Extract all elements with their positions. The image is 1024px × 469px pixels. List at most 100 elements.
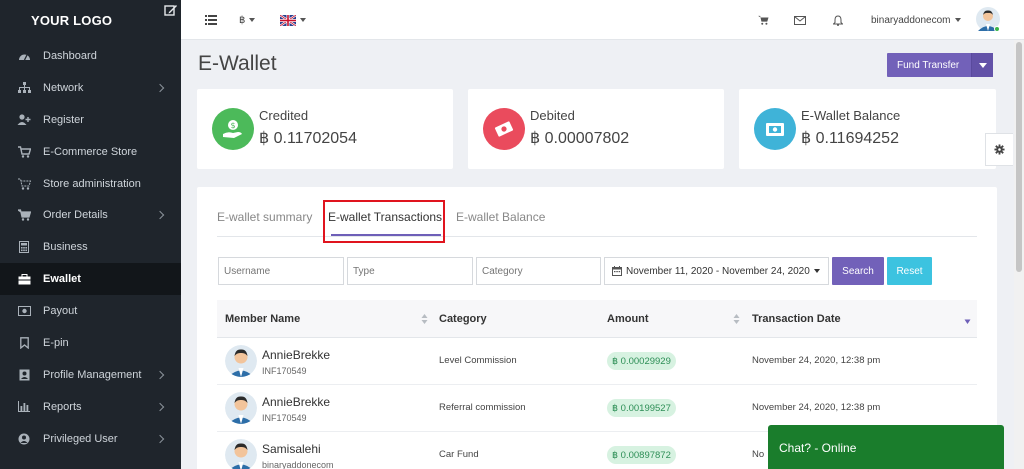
- page-scrollbar[interactable]: [1014, 40, 1024, 469]
- category-filter-input[interactable]: [476, 257, 601, 285]
- profile-icon: [17, 368, 31, 382]
- sidebar-item-store-administration[interactable]: Store administration: [0, 168, 181, 200]
- amount-badge: ฿ 0.00029929: [607, 352, 676, 370]
- table-header: Member Name Category Amount Transaction …: [217, 300, 977, 338]
- caret-down-icon: [954, 18, 961, 22]
- bar-chart-icon: [17, 400, 31, 414]
- sort-icon[interactable]: [421, 313, 428, 325]
- type-filter-input[interactable]: [347, 257, 473, 285]
- sidebar-item-payout[interactable]: Payout: [0, 295, 181, 327]
- bookmark-icon: [17, 336, 31, 350]
- sidebar-item-ecommerce-store[interactable]: E-Commerce Store: [0, 136, 181, 168]
- settings-toggle[interactable]: [985, 133, 1013, 166]
- tab-ewallet-balance[interactable]: E-wallet Balance: [456, 210, 545, 224]
- scrollbar-thumb[interactable]: [1016, 42, 1022, 272]
- column-header-transaction-date[interactable]: Transaction Date: [752, 313, 841, 325]
- transaction-date: November 24, 2020, 12:38 pm: [752, 402, 881, 413]
- credited-value: ฿ 0.11702054: [259, 130, 357, 147]
- balance-icon-circle: [754, 108, 796, 150]
- sidebar-item-label: Privileged User: [43, 432, 118, 445]
- menu-toggle-button[interactable]: [205, 0, 217, 40]
- logo-bar: YOUR LOGO: [0, 0, 181, 40]
- sidebar-item-label: E-Commerce Store: [43, 145, 138, 158]
- sidebar-item-order-details[interactable]: Order Details: [0, 199, 181, 231]
- uk-flag-icon: [280, 14, 296, 26]
- sort-icon[interactable]: [733, 313, 740, 325]
- page-title: E-Wallet: [198, 52, 277, 75]
- caret-down-icon: [300, 18, 306, 22]
- sidebar-item-register[interactable]: Register: [0, 104, 181, 136]
- transaction-category: Car Fund: [439, 449, 479, 460]
- credited-icon-circle: $: [212, 108, 254, 150]
- sidebar-item-privileged-user[interactable]: Privileged User: [0, 423, 181, 455]
- sidebar-item-dashboard[interactable]: Dashboard: [0, 40, 181, 72]
- sidebar-item-ewallet[interactable]: Ewallet: [0, 263, 181, 296]
- fund-transfer-button-group: Fund Transfer: [887, 53, 994, 77]
- money-hand-icon: $: [223, 120, 242, 138]
- sidebar-item-epin[interactable]: E-pin: [0, 327, 181, 359]
- sort-desc-icon[interactable]: [964, 316, 971, 328]
- caret-down-icon: [249, 18, 256, 22]
- balance-label: E-Wallet Balance: [801, 108, 901, 123]
- dashboard-icon: [17, 49, 31, 63]
- chevron-right-icon: [155, 211, 165, 220]
- sidebar-item-label: Network: [43, 81, 84, 94]
- debited-card: Debited ฿ 0.00007802: [468, 89, 724, 169]
- chevron-right-icon: [155, 370, 165, 380]
- member-avatar: [225, 345, 257, 377]
- sidebar-item-profile-management[interactable]: Profile Management: [0, 359, 181, 391]
- sidebar-item-label: Ewallet: [43, 273, 81, 286]
- tab-ewallet-summary[interactable]: E-wallet summary: [217, 210, 312, 224]
- date-range-value: November 11, 2020 - November 24, 2020: [626, 265, 810, 277]
- highlight-annotation: [323, 200, 445, 243]
- sidebar-item-reports[interactable]: Reports: [0, 391, 181, 423]
- column-header-amount[interactable]: Amount: [607, 313, 649, 325]
- member-avatar: [225, 392, 257, 424]
- logo[interactable]: YOUR LOGO: [31, 13, 112, 28]
- date-range-picker[interactable]: November 11, 2020 - November 24, 2020: [604, 257, 829, 285]
- debited-icon-circle: [483, 108, 525, 150]
- balance-value: ฿ 0.11694252: [801, 130, 899, 147]
- cart-button[interactable]: [758, 0, 769, 40]
- fund-transfer-dropdown-button[interactable]: [971, 53, 994, 77]
- wallet-cash-icon: [766, 123, 784, 136]
- briefcase-icon: [17, 272, 31, 286]
- caret-down-icon: [813, 269, 820, 273]
- username-filter-input[interactable]: [218, 257, 344, 285]
- sitemap-icon: [17, 81, 31, 95]
- member-name: AnnieBrekke: [262, 348, 331, 362]
- language-dropdown[interactable]: [280, 0, 306, 40]
- edit-icon[interactable]: [164, 3, 178, 17]
- member-name: Samisalehi: [262, 442, 321, 456]
- column-header-member-name[interactable]: Member Name: [225, 313, 300, 325]
- user-menu[interactable]: binaryaddonecom: [871, 0, 961, 40]
- notifications-button[interactable]: [833, 0, 843, 40]
- sidebar-item-label: Reports: [43, 400, 82, 413]
- reset-button[interactable]: Reset: [887, 257, 932, 285]
- top-bar: ฿ binaryaddonecom: [181, 0, 1024, 40]
- search-button[interactable]: Search: [832, 257, 884, 285]
- sidebar-item-label: Profile Management: [43, 368, 142, 381]
- currency-dropdown[interactable]: ฿: [239, 0, 256, 40]
- user-avatar[interactable]: [976, 0, 1000, 40]
- sidebar-item-label: E-pin: [43, 336, 69, 349]
- sidebar: YOUR LOGO Dashboard Network Register E-C…: [0, 0, 181, 469]
- money-icon: [17, 304, 31, 318]
- avatar: [976, 7, 1000, 32]
- table-row: AnnieBrekke INF170549 Level Commission ฿…: [217, 338, 977, 385]
- amount-badge: ฿ 0.00897872: [607, 446, 676, 464]
- sidebar-item-business[interactable]: Business: [0, 231, 181, 263]
- calculator-icon: [17, 240, 31, 254]
- user-plus-icon: [17, 113, 31, 127]
- calendar-icon: [612, 266, 622, 276]
- currency-symbol: ฿: [239, 14, 246, 26]
- fund-transfer-button[interactable]: Fund Transfer: [887, 53, 971, 77]
- messages-button[interactable]: [794, 0, 806, 40]
- transaction-date: November 24, 2020, 12:38 pm: [752, 355, 881, 366]
- member-avatar: [225, 439, 257, 469]
- chat-widget[interactable]: Chat? - Online: [768, 425, 1004, 469]
- ewallet-balance-card: E-Wallet Balance ฿ 0.11694252: [739, 89, 996, 169]
- sidebar-item-network[interactable]: Network: [0, 72, 181, 104]
- member-id: INF170549: [262, 413, 307, 423]
- sidebar-item-label: Order Details: [43, 209, 108, 222]
